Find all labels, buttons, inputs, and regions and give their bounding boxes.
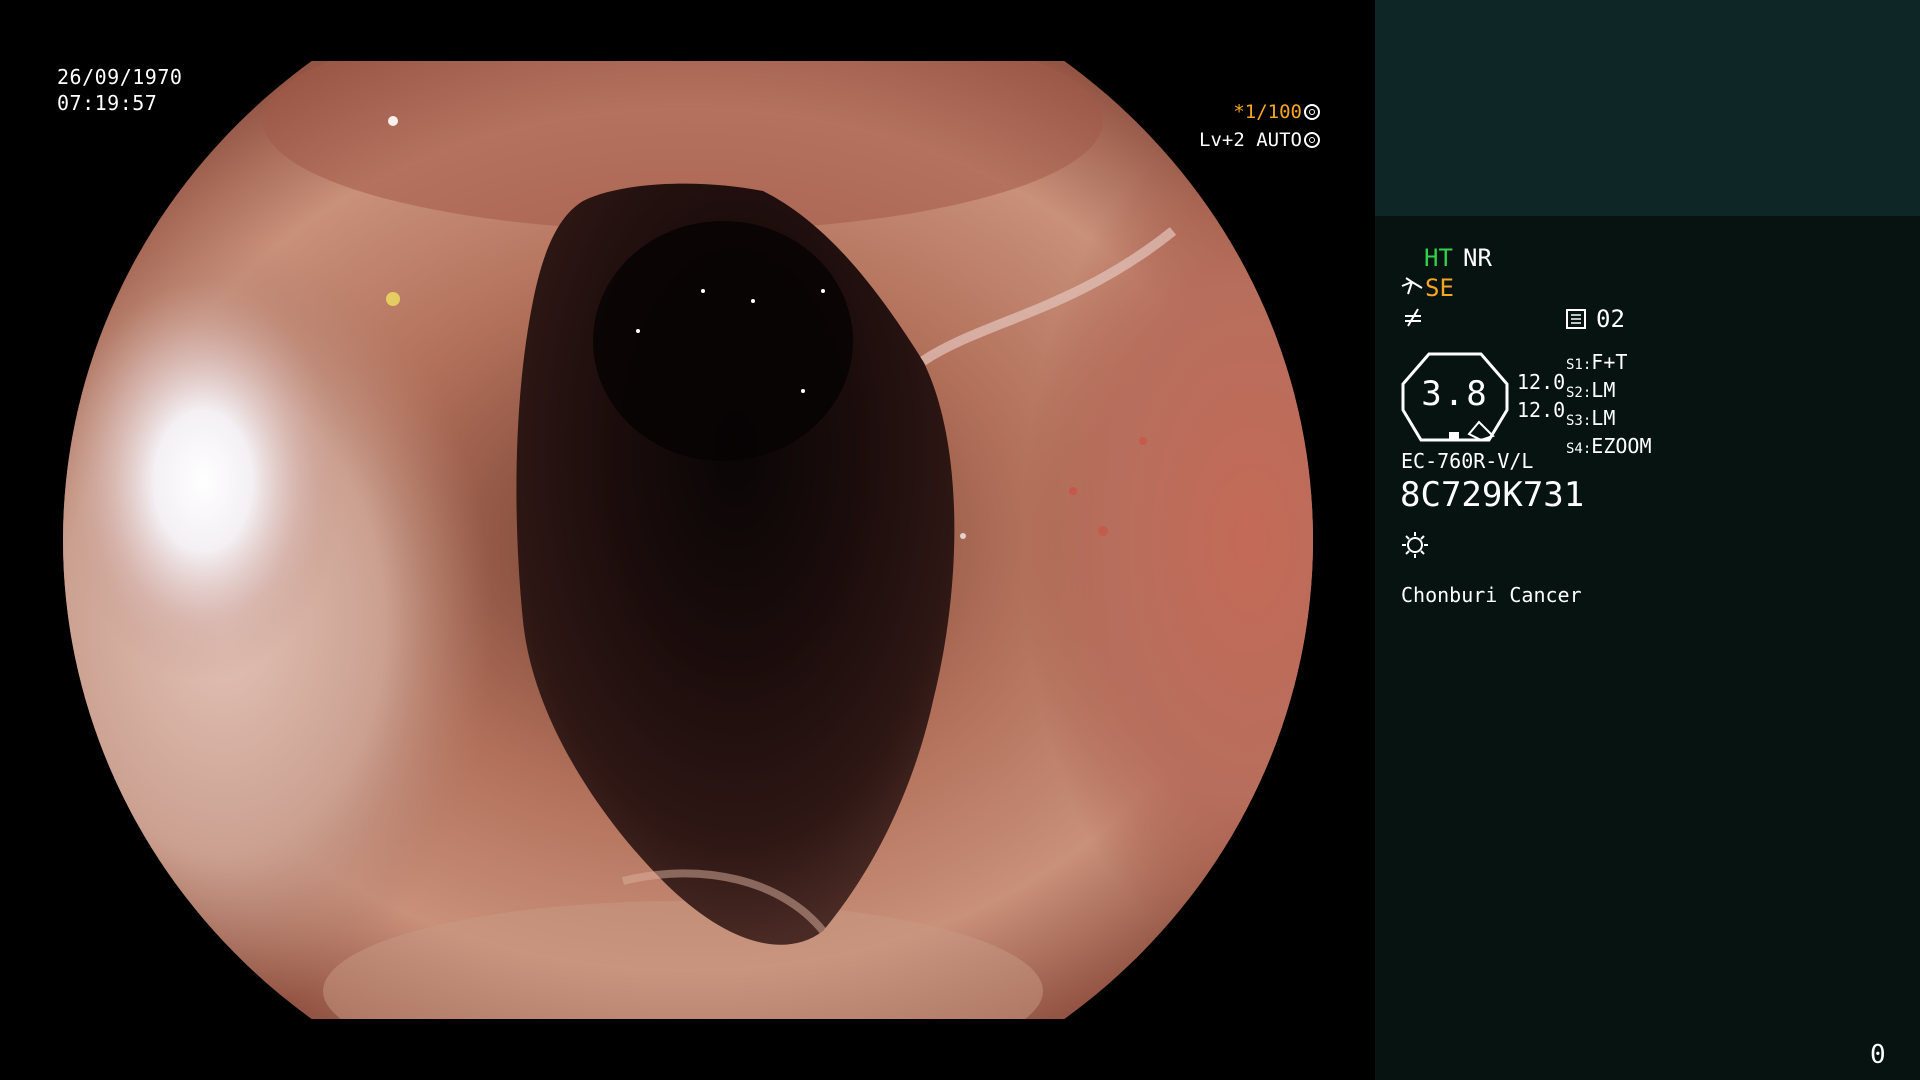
exposure-level: Lv+2 AUTO [1199,129,1302,151]
memory-card-icon [1566,309,1586,329]
scope-tip-icon [1401,277,1423,295]
settings-list: S1:F+T S2:LM S3:LM S4:EZOOM [1566,350,1652,462]
setting-s1: S1:F+T [1566,350,1628,374]
info-panel [1375,0,1920,1080]
zoom-value: 3.8 [1421,374,1489,414]
setting-s4: S4:EZOOM [1566,434,1652,458]
date-text: 26/09/1970 [57,65,183,89]
camera-shutter-icon [1304,104,1320,120]
shutter-speed: *1/100 [1233,101,1302,123]
iris-icon [1304,132,1320,148]
setting-s3: S3:LM [1566,406,1616,430]
scale-top: 12.0 [1517,370,1566,394]
scale-bottom: 12.0 [1517,398,1566,422]
frame-counter: 0 [1870,1040,1886,1070]
no-signal-icon [1405,308,1421,327]
light-source-icon [1402,532,1428,558]
institution-name: Chonburi Cancer [1401,583,1582,607]
zoom-indicator: 3.8 [1401,352,1509,442]
memory-id: 02 [1596,305,1625,333]
scope-serial: 8C729K731 [1400,475,1585,515]
setting-s2: S2:LM [1566,378,1616,402]
mode-se: SE [1425,274,1454,302]
mode-ht: HT [1424,244,1453,272]
exposure-info: *1/100 Lv+2 AUTO [1199,98,1320,154]
mode-nr: NR [1463,244,1492,272]
date-time: 26/09/1970 07:19:57 [57,64,182,116]
endoscopy-screen: 26/09/1970 07:19:57 *1/100 Lv+2 AUTO HT … [0,0,1920,1080]
colon-lumen-image [63,61,1313,1019]
scope-model: EC-760R-V/L [1401,449,1534,473]
panel-header-area [1375,0,1920,216]
time-text: 07:19:57 [57,91,158,115]
endoscopic-image [63,61,1313,1019]
